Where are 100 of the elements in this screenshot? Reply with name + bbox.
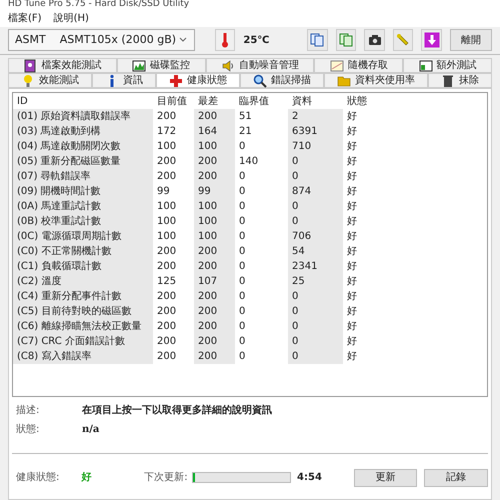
table-cell-text: 172 — [156, 125, 178, 139]
column-header[interactable]: 狀態 — [343, 94, 393, 108]
table-cell-text: 好 — [346, 275, 358, 289]
table-cell: 0 — [288, 169, 343, 184]
action-button[interactable]: 記錄 — [424, 468, 488, 486]
action-button[interactable]: 更新 — [354, 468, 418, 486]
tab[interactable]: 磁碟監控 — [116, 58, 206, 73]
table-cell: 107 — [194, 274, 235, 289]
table-cell-text: 好 — [346, 125, 358, 139]
health-label: 健康狀態: — [16, 470, 60, 485]
table-cell-text: 200 — [156, 170, 178, 184]
table-cell: 200 — [194, 169, 235, 184]
table-cell: 100 — [194, 214, 235, 229]
table-cell: 25 — [288, 274, 343, 289]
chart-icon — [330, 58, 344, 72]
temperature-button[interactable] — [214, 29, 236, 52]
document-icon — [23, 58, 38, 72]
table-cell: (C6) 離線掃瞄無法校正數量 — [13, 319, 153, 334]
tab[interactable]: 抹除 — [428, 73, 492, 88]
table-cell: (C7) CRC 介面錯誤計數 — [13, 334, 153, 349]
tab[interactable]: 健康狀態 — [156, 73, 240, 88]
table-cell: 2 — [288, 109, 343, 124]
exit-button[interactable]: 離開 — [450, 29, 492, 52]
table-cell-text: 0 — [238, 185, 246, 199]
table-cell-text: 0 — [238, 275, 246, 289]
column-header[interactable]: 資料 — [288, 94, 343, 108]
table-cell: 6391 — [288, 124, 343, 139]
tab[interactable]: 額外測試 — [403, 58, 492, 73]
window-icon — [418, 58, 433, 72]
table-cell: 200 — [194, 109, 235, 124]
table-cell-text: 0 — [238, 320, 246, 334]
table-cell: (C5) 目前待對映的磁區數 — [13, 304, 153, 319]
copy-icon — [309, 32, 326, 48]
toolbar-button[interactable] — [364, 29, 385, 52]
table-cell-text: 好 — [346, 200, 358, 214]
table-cell-text: 99 — [156, 185, 171, 199]
table-cell: (0C) 電源循環周期計數 — [13, 229, 153, 244]
table-cell: 200 — [194, 304, 235, 319]
table-cell-text: 好 — [346, 290, 358, 304]
table-cell: (01) 原始資料讀取錯誤率 — [13, 109, 153, 124]
table-cell-text: 好 — [346, 215, 358, 229]
column-header[interactable]: 最差 — [194, 94, 235, 108]
table-cell-text: 0 — [238, 245, 246, 259]
tab[interactable]: 檔案效能測試 — [8, 58, 117, 73]
tab[interactable]: 錯誤掃描 — [240, 73, 324, 88]
drive-dropdown[interactable]: ASMT ASMT105x (2000 gB) — [8, 29, 195, 52]
table-cell: (C0) 不正常關機計數 — [13, 244, 153, 259]
table-cell: (0A) 馬達重試計數 — [13, 199, 153, 214]
next-update-label: 下次更新: — [144, 470, 188, 485]
table-cell: 0 — [288, 289, 343, 304]
tab[interactable]: 資料夾使用率 — [324, 73, 428, 88]
toolbar-button[interactable] — [421, 29, 442, 52]
bulb-icon — [21, 74, 35, 88]
table-cell: (09) 開機時間計數 — [13, 184, 153, 199]
table-cell-text: 0 — [238, 200, 246, 214]
table-cell: (C8) 寫入錯誤率 — [13, 349, 153, 364]
column-header[interactable]: 臨界值 — [235, 94, 288, 108]
table-cell-text: 200 — [156, 260, 178, 274]
table-cell-text: 100 — [156, 230, 178, 244]
table-cell: 200 — [194, 244, 235, 259]
table-cell: 0 — [288, 319, 343, 334]
health-status: 好 — [82, 471, 93, 485]
table-cell: 200 — [194, 154, 235, 169]
table-cell: (0B) 校準重試計數 — [13, 214, 153, 229]
column-header[interactable]: ID — [13, 94, 153, 108]
table-cell-text: 51 — [238, 110, 253, 124]
table-cell-text: 0 — [238, 290, 246, 304]
table-cell-text: 200 — [156, 350, 178, 364]
table-cell-text: 好 — [346, 335, 358, 349]
table-cell-text: 200 — [156, 245, 178, 259]
trash-icon — [441, 74, 455, 88]
table-cell: 54 — [288, 244, 343, 259]
tab[interactable]: 資訊 — [92, 73, 156, 88]
table-cell-text: 125 — [156, 275, 178, 289]
table-cell-text: 140 — [238, 155, 260, 169]
tab[interactable]: 效能測試 — [8, 73, 92, 88]
table-cell: (C2) 溫度 — [13, 274, 153, 289]
table-cell: 100 — [194, 199, 235, 214]
table-cell: 164 — [194, 124, 235, 139]
menu-item[interactable]: 檔案(F) — [8, 10, 42, 26]
menu-item[interactable]: 說明(H) — [54, 10, 89, 26]
table-cell: 0 — [288, 334, 343, 349]
table-cell: 200 — [194, 259, 235, 274]
table-cell: 100 — [194, 229, 235, 244]
table-cell-text: 好 — [346, 245, 358, 259]
table-cell: 706 — [288, 229, 343, 244]
tab[interactable]: 隨機存取 — [314, 58, 404, 73]
table-cell-text: 0 — [238, 170, 246, 184]
table-cell-text: 200 — [156, 110, 178, 124]
table-cell-text: 200 — [156, 290, 178, 304]
table-cell-text: 0 — [238, 215, 246, 229]
table-cell: 99 — [194, 184, 235, 199]
column-header[interactable]: 目前值 — [153, 94, 194, 108]
table-cell-text: 好 — [346, 110, 358, 124]
toolbar-button[interactable] — [307, 29, 328, 52]
tab[interactable]: 自動噪音管理 — [206, 58, 314, 73]
table-cell: 200 — [194, 349, 235, 364]
table-cell-text: 100 — [156, 215, 178, 229]
table-cell-text: 100 — [156, 140, 178, 154]
table-cell-text: 21 — [238, 125, 253, 139]
